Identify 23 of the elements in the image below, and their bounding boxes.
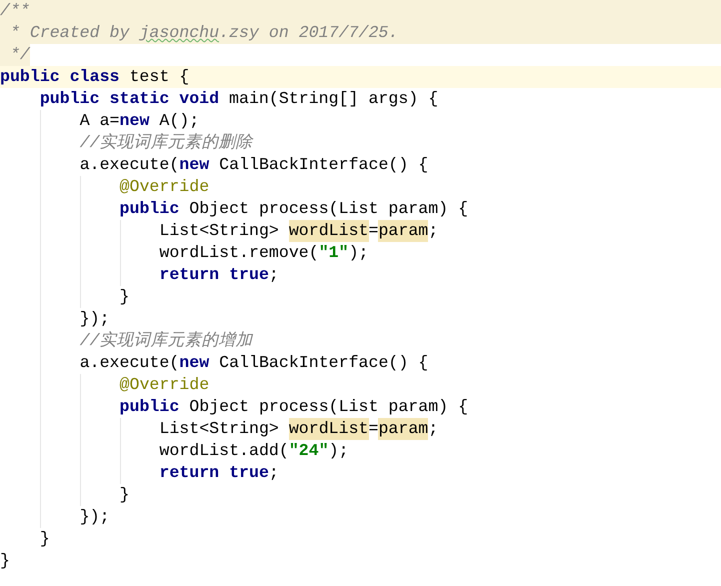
code-line: @Override: [0, 374, 721, 396]
code-line: @Override: [0, 176, 721, 198]
code-line: return true;: [0, 462, 721, 484]
code-line: //实现词库元素的删除: [0, 132, 721, 154]
code-line: }: [38, 528, 51, 550]
code-line: }: [0, 286, 721, 308]
code-line: });: [0, 308, 721, 330]
code-line: }: [0, 550, 11, 572]
code-line: return true;: [0, 264, 721, 286]
code-line: });: [0, 506, 721, 528]
code-line: List<String> wordList=param;: [0, 220, 721, 242]
code-line: a.execute(new CallBackInterface() {: [0, 352, 721, 374]
code-line: List<String> wordList=param;: [0, 418, 721, 440]
code-line: A a=new A();: [0, 110, 721, 132]
code-line: }: [0, 484, 721, 506]
code-line: */: [0, 44, 721, 66]
code-line: wordList.add("24");: [0, 440, 721, 462]
code-line: //实现词库元素的增加: [0, 330, 721, 352]
code-line: public Object process(List param) {: [0, 396, 721, 418]
code-line: public Object process(List param) {: [0, 198, 721, 220]
code-line: wordList.remove("1");: [0, 242, 721, 264]
code-line: public static void main(String[] args) {: [38, 88, 440, 110]
code-line: a.execute(new CallBackInterface() {: [0, 154, 721, 176]
